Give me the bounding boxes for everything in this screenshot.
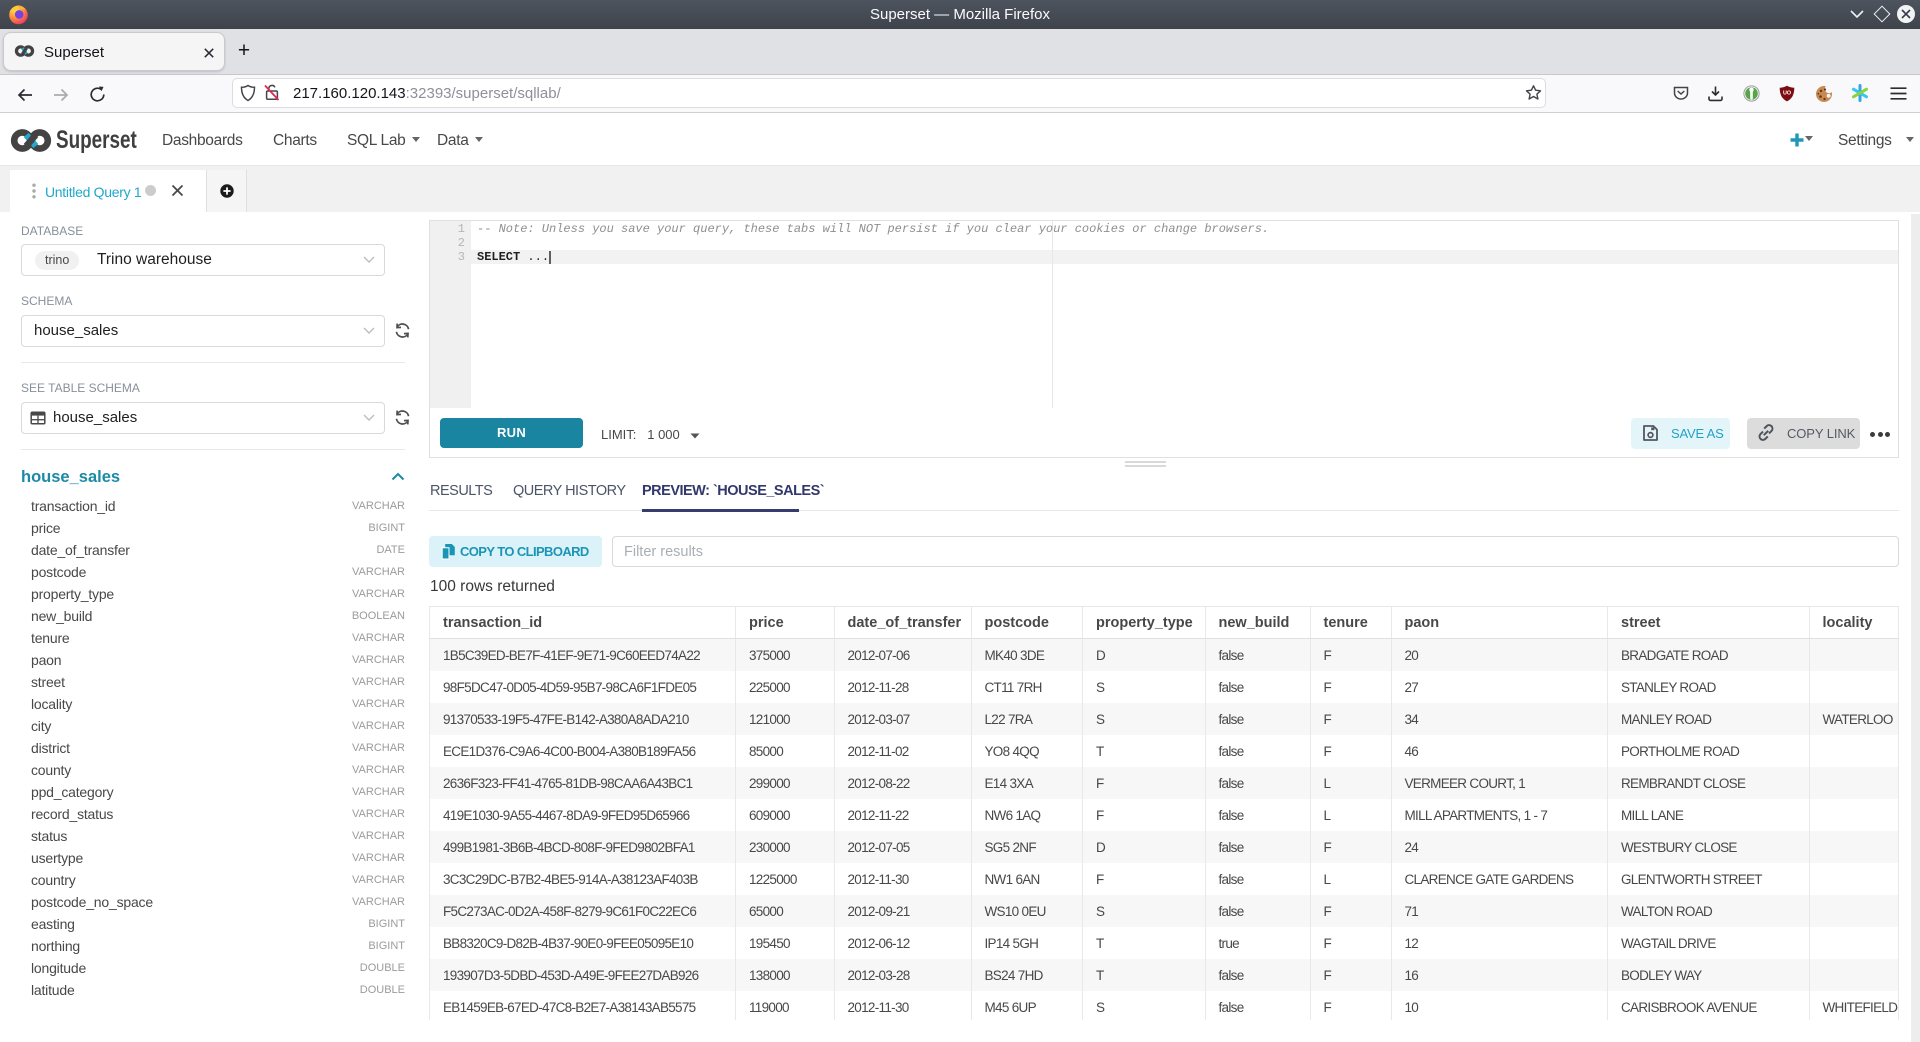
svg-text:UO: UO [1783,90,1791,96]
